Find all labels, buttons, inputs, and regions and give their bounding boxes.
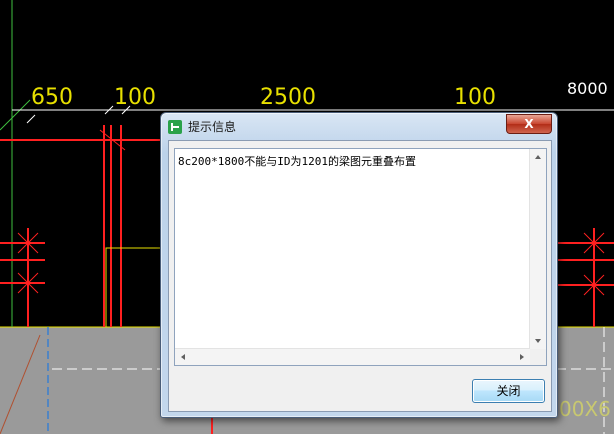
close-button[interactable]: 关闭 (472, 379, 545, 403)
scroll-up-arrow-icon[interactable] (535, 155, 541, 159)
dialog-title: 提示信息 (188, 120, 237, 134)
message-textbox[interactable]: 8c200*1800不能与ID为1201的梁图元重叠布置 (174, 148, 547, 366)
dim-text-100-b: 100 (454, 85, 496, 110)
bottom-cad-text: 00X6 (559, 397, 611, 421)
close-x-button[interactable]: X (506, 114, 552, 134)
horizontal-scrollbar[interactable] (175, 348, 530, 365)
scroll-down-arrow-icon[interactable] (535, 339, 541, 343)
dialog-titlebar[interactable]: 提示信息 X (161, 113, 557, 139)
vertical-scrollbar[interactable] (529, 149, 546, 349)
dialog-client-area: 8c200*1800不能与ID为1201的梁图元重叠布置 关闭 (168, 140, 552, 412)
dim-text-8000: 8000 (567, 79, 608, 98)
dim-text-2500: 2500 (260, 85, 316, 110)
dim-text-100-a: 100 (114, 85, 156, 110)
message-text: 8c200*1800不能与ID为1201的梁图元重叠布置 (178, 155, 416, 168)
scroll-left-arrow-icon[interactable] (181, 354, 185, 360)
info-dialog: 提示信息 X 8c200*1800不能与ID为1201的梁图元重叠布置 关闭 (160, 112, 558, 418)
scrollbar-corner (530, 349, 546, 365)
app-icon (168, 120, 182, 134)
dim-text-650: 650 (31, 85, 73, 110)
scroll-right-arrow-icon[interactable] (520, 354, 524, 360)
